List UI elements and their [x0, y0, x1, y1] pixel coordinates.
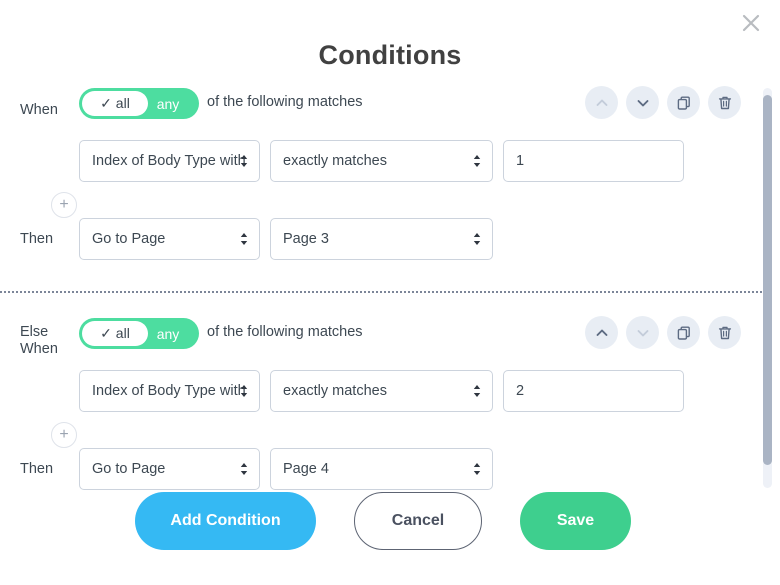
stepper-icon	[239, 231, 249, 247]
save-button[interactable]: Save	[520, 492, 631, 550]
then-label-2: Then	[20, 461, 54, 477]
page-title: Conditions	[318, 40, 462, 70]
stepper-icon	[472, 153, 482, 169]
stepper-icon	[239, 461, 249, 477]
condition-target-select-1[interactable]: Page 3	[270, 218, 493, 260]
condition-value-input-2[interactable]: 2	[503, 370, 684, 412]
condition-when-row-2: Else When ✓ all any of the following mat…	[0, 316, 766, 364]
duplicate-button-1[interactable]	[667, 86, 700, 119]
condition-subject-select-2[interactable]: Index of Body Type with	[79, 370, 260, 412]
condition-then-row-1: Then Go to Page Page 3	[0, 218, 766, 262]
duplicate-icon	[676, 95, 692, 111]
vertical-scrollbar-thumb[interactable]	[763, 95, 772, 465]
move-down-button-2[interactable]	[626, 316, 659, 349]
condition-when-row-1: When ✓ all any of the following matches	[0, 86, 766, 134]
condition-actions-2	[585, 316, 741, 349]
condition-value-text-1: 1	[516, 153, 525, 169]
condition-operator-value-2: exactly matches	[283, 383, 387, 399]
condition-block-1: When ✓ all any of the following matches	[0, 86, 766, 262]
move-down-button-1[interactable]	[626, 86, 659, 119]
condition-operator-value-1: exactly matches	[283, 153, 387, 169]
stepper-icon	[472, 383, 482, 399]
dialog-footer: Add Condition Cancel Save	[0, 492, 766, 550]
condition-value-text-2: 2	[516, 383, 525, 399]
condition-block-2: Else When ✓ all any of the following mat…	[0, 316, 766, 492]
toggle-option-all-1[interactable]: ✓ all	[82, 88, 148, 119]
condition-fields-row-1: Index of Body Type with exactly matches	[0, 140, 766, 184]
delete-button-1[interactable]	[708, 86, 741, 119]
move-up-button-2[interactable]	[585, 316, 618, 349]
add-criterion-button-2[interactable]: +	[51, 422, 77, 448]
then-label-1: Then	[20, 231, 54, 247]
condition-target-value-1: Page 3	[283, 231, 329, 247]
condition-action-value-1: Go to Page	[92, 231, 166, 247]
close-dialog-button[interactable]	[734, 6, 768, 40]
condition-target-value-2: Page 4	[283, 461, 329, 477]
vertical-scrollbar-track[interactable]	[763, 88, 772, 488]
condition-subject-select-1[interactable]: Index of Body Type with	[79, 140, 260, 182]
add-row-2: +	[0, 414, 766, 448]
condition-value-input-1[interactable]: 1	[503, 140, 684, 182]
condition-subject-value-2: Index of Body Type with	[92, 383, 246, 399]
condition-target-select-2[interactable]: Page 4	[270, 448, 493, 490]
else-when-label-line2: When	[20, 341, 58, 357]
duplicate-button-2[interactable]	[667, 316, 700, 349]
cancel-button[interactable]: Cancel	[354, 492, 482, 550]
condition-operator-select-1[interactable]: exactly matches	[270, 140, 493, 182]
duplicate-icon	[676, 325, 692, 341]
chevron-down-icon	[635, 95, 651, 111]
chevron-up-icon	[594, 95, 610, 111]
condition-subject-value-1: Index of Body Type with	[92, 153, 246, 169]
close-icon	[741, 13, 761, 33]
add-row-1: +	[0, 184, 766, 218]
stepper-icon	[239, 153, 249, 169]
add-criterion-button-1[interactable]: +	[51, 192, 77, 218]
condition-operator-select-2[interactable]: exactly matches	[270, 370, 493, 412]
toggle-option-any-1[interactable]: any	[145, 88, 191, 119]
else-when-label-2: Else When	[20, 324, 70, 358]
stepper-icon	[472, 461, 482, 477]
delete-button-2[interactable]	[708, 316, 741, 349]
match-type-toggle-2[interactable]: ✓ all any	[79, 318, 199, 349]
condition-actions-1	[585, 86, 741, 119]
condition-action-select-2[interactable]: Go to Page	[79, 448, 260, 490]
trash-icon	[717, 325, 733, 341]
stepper-icon	[472, 231, 482, 247]
matches-text-1: of the following matches	[207, 94, 363, 110]
conditions-scroll-area: When ✓ all any of the following matches	[0, 86, 766, 490]
move-up-button-1[interactable]	[585, 86, 618, 119]
match-type-toggle-1[interactable]: ✓ all any	[79, 88, 199, 119]
chevron-down-icon	[635, 325, 651, 341]
chevron-up-icon	[594, 325, 610, 341]
stepper-icon	[239, 383, 249, 399]
toggle-option-all-2[interactable]: ✓ all	[82, 318, 148, 349]
condition-fields-row-2: Index of Body Type with exactly matches	[0, 370, 766, 414]
condition-action-value-2: Go to Page	[92, 461, 166, 477]
condition-action-select-1[interactable]: Go to Page	[79, 218, 260, 260]
trash-icon	[717, 95, 733, 111]
condition-then-row-2: Then Go to Page Page 4	[0, 448, 766, 492]
toggle-option-any-2[interactable]: any	[145, 318, 191, 349]
add-condition-button[interactable]: Add Condition	[135, 492, 316, 550]
else-when-label-line1: Else	[20, 324, 49, 340]
matches-text-2: of the following matches	[207, 324, 363, 340]
when-label-1: When	[20, 102, 58, 118]
